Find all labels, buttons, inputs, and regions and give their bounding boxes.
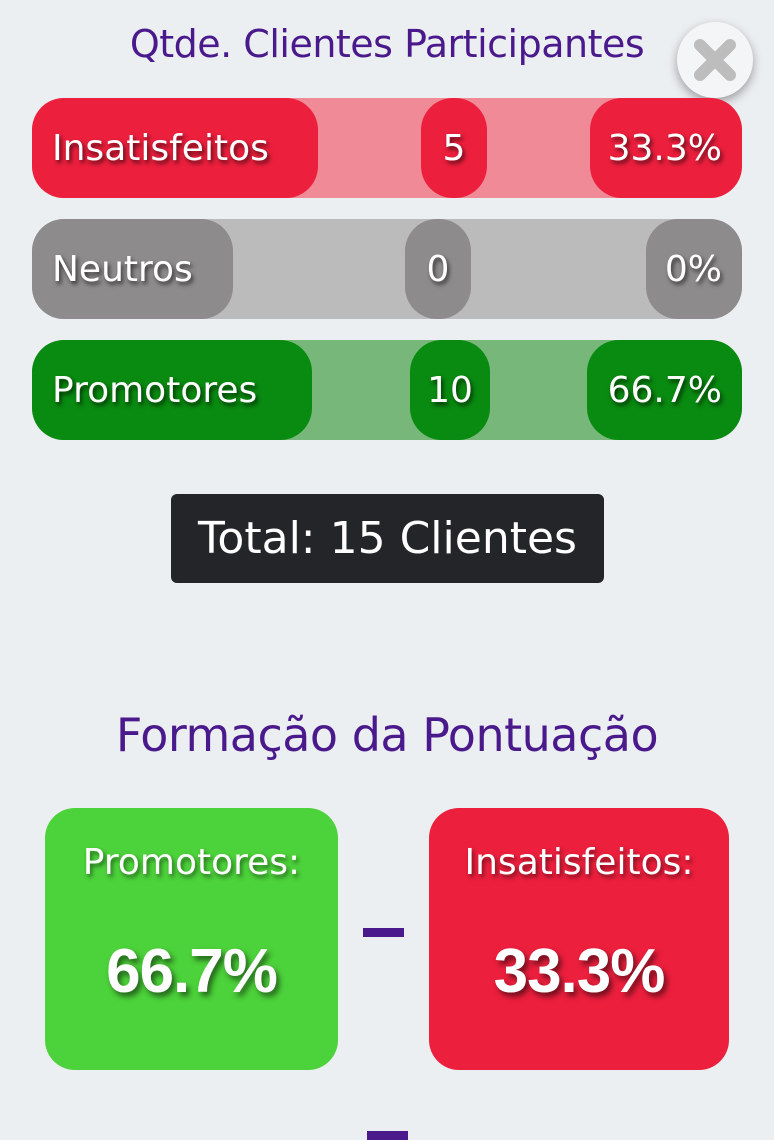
total-clients-badge: Total: 15 Clientes	[171, 494, 604, 583]
minus-operator	[363, 928, 404, 937]
promoters-bar: Promotores 10 66.7%	[32, 340, 742, 440]
detractors-count: 5	[421, 98, 487, 198]
detractors-score-card: Insatisfeitos: 33.3%	[429, 808, 729, 1070]
promoters-percent: 66.7%	[587, 340, 742, 440]
promoters-score-value: 66.7%	[106, 937, 278, 1006]
promoters-score-card: Promotores: 66.7%	[45, 808, 338, 1070]
neutrals-percent: 0%	[646, 219, 742, 319]
detractors-score-label: Insatisfeitos:	[464, 842, 694, 883]
detractors-score-value: 33.3%	[493, 937, 666, 1006]
detractors-label: Insatisfeitos	[32, 98, 318, 198]
score-formation-title: Formação da Pontuação	[115, 708, 659, 762]
equals-operator	[367, 1131, 408, 1140]
detractors-bar: Insatisfeitos 5 33.3%	[32, 98, 742, 198]
detractors-percent: 33.3%	[590, 98, 742, 198]
neutrals-bar: Neutros 0 0%	[32, 219, 742, 319]
promoters-count: 10	[410, 340, 490, 440]
promoters-score-label: Promotores:	[82, 842, 301, 883]
close-button[interactable]	[677, 22, 753, 98]
promoters-label: Promotores	[32, 340, 312, 440]
neutrals-count: 0	[405, 219, 471, 319]
close-icon	[694, 39, 736, 81]
participants-title: Qtde. Clientes Participantes	[129, 22, 645, 66]
neutrals-label: Neutros	[32, 219, 233, 319]
